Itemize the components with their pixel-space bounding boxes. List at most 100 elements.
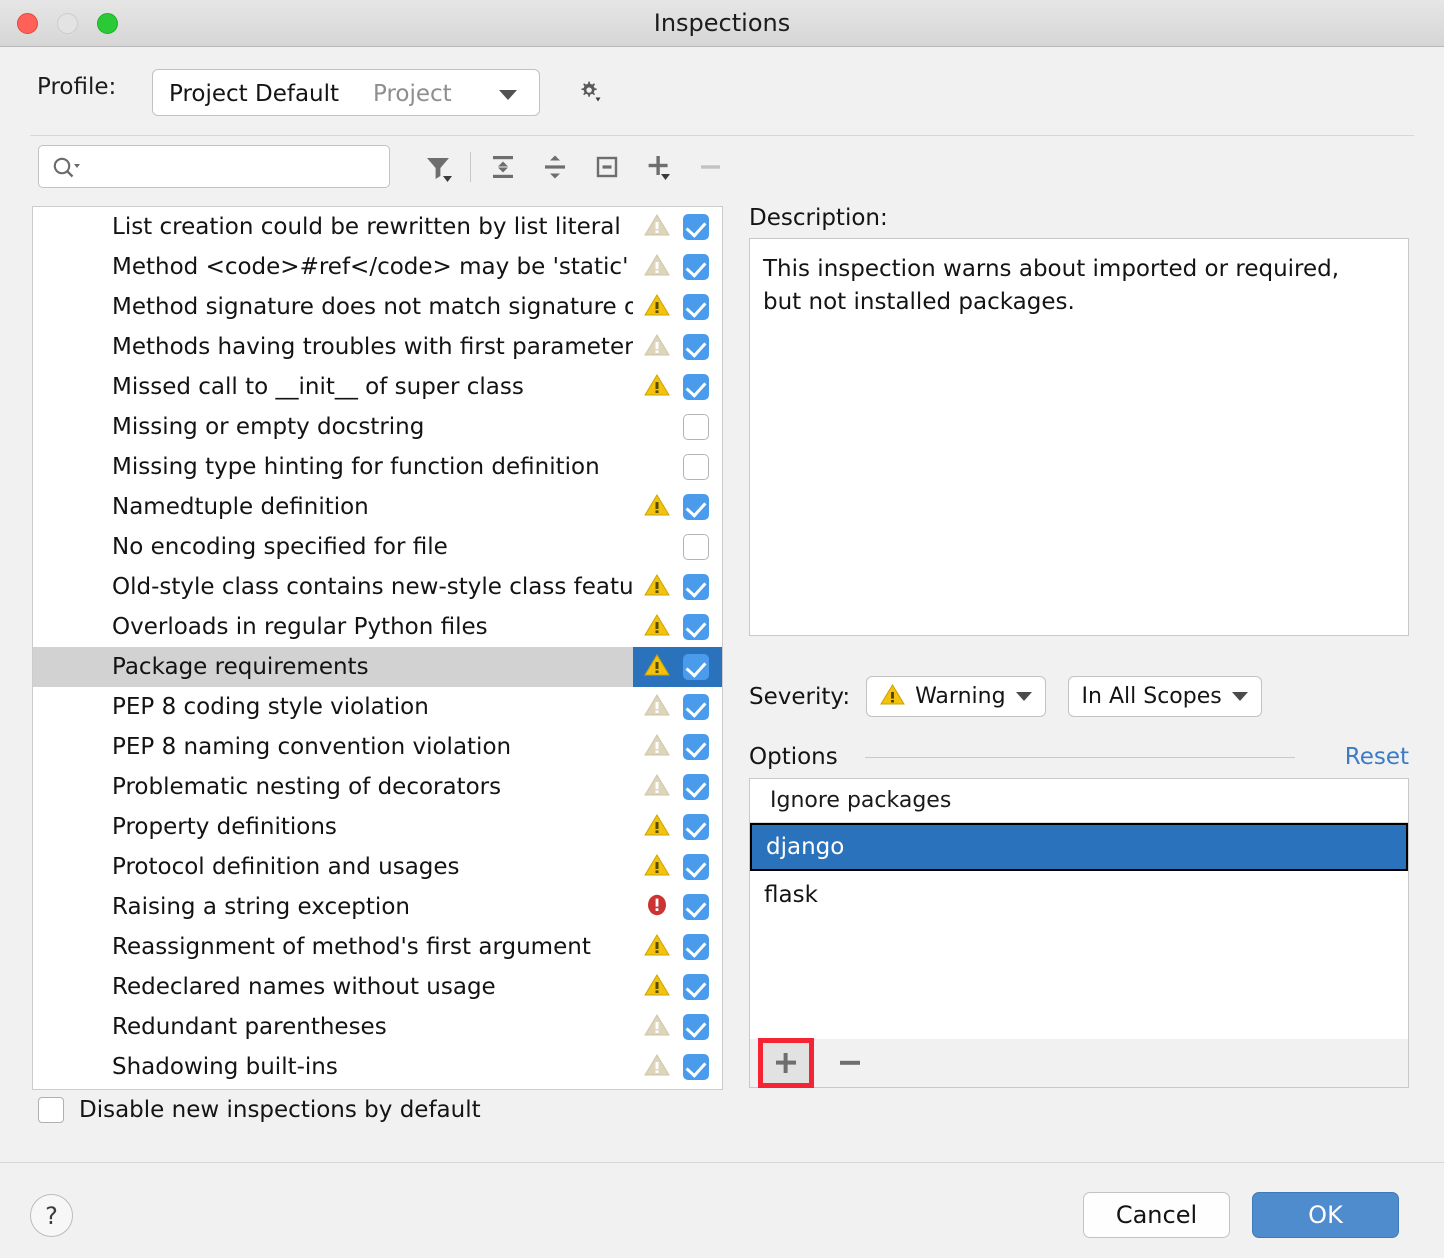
inspection-controls-cell (633, 847, 722, 887)
search-field[interactable] (38, 145, 390, 188)
inspection-label-cell: List creation could be rewritten by list… (33, 207, 633, 247)
inspection-row[interactable]: Package requirements (33, 647, 722, 687)
severity-cell[interactable] (643, 533, 671, 561)
reset-to-empty-icon[interactable] (581, 146, 633, 188)
filter-icon[interactable] (412, 146, 464, 188)
options-rule (865, 757, 1295, 758)
severity-cell[interactable] (643, 973, 671, 1001)
severity-cell[interactable] (643, 453, 671, 481)
profile-dropdown[interactable]: Project Default Project (152, 69, 540, 116)
ignore-package-row[interactable]: flask (750, 871, 1408, 919)
help-button[interactable]: ? (30, 1194, 73, 1237)
reset-link[interactable]: Reset (1345, 744, 1409, 770)
inspection-row[interactable]: Redundant parentheses (33, 1007, 722, 1047)
severity-dropdown[interactable]: Warning (866, 676, 1046, 717)
severity-cell[interactable] (643, 293, 671, 321)
inspection-row[interactable]: PEP 8 naming convention violation (33, 727, 722, 767)
remove-icon (685, 146, 737, 188)
inspections-list[interactable]: List creation could be rewritten by list… (32, 206, 723, 1090)
inspection-enabled-checkbox[interactable] (683, 454, 709, 480)
severity-cell[interactable] (643, 813, 671, 841)
inspection-row[interactable]: Old-style class contains new-style class… (33, 567, 722, 607)
inspection-row[interactable]: No encoding specified for file (33, 527, 722, 567)
add-package-button[interactable] (758, 1038, 814, 1088)
inspection-enabled-checkbox[interactable] (683, 854, 709, 880)
severity-cell[interactable] (643, 1053, 671, 1081)
collapse-all-icon[interactable] (529, 146, 581, 188)
ignore-package-row[interactable]: django (750, 823, 1408, 871)
inspection-row[interactable]: Method signature does not match signatur… (33, 287, 722, 327)
inspection-enabled-checkbox[interactable] (683, 654, 709, 680)
scope-dropdown[interactable]: In All Scopes (1067, 676, 1262, 717)
cancel-button[interactable]: Cancel (1083, 1192, 1230, 1238)
severity-cell[interactable] (643, 573, 671, 601)
inspection-row[interactable]: Protocol definition and usages (33, 847, 722, 887)
inspection-controls-cell (633, 607, 722, 647)
inspection-row[interactable]: List creation could be rewritten by list… (33, 207, 722, 247)
inspection-row[interactable]: Methods having troubles with first param… (33, 327, 722, 367)
severity-cell[interactable] (643, 893, 671, 921)
inspection-enabled-checkbox[interactable] (683, 494, 709, 520)
inspection-enabled-checkbox[interactable] (683, 934, 709, 960)
inspection-row[interactable]: Overloads in regular Python files (33, 607, 722, 647)
window-title: Inspections (653, 9, 791, 37)
severity-cell[interactable] (643, 653, 671, 681)
add-icon[interactable] (633, 146, 685, 188)
severity-cell[interactable] (643, 933, 671, 961)
inspection-row[interactable]: Missing type hinting for function defini… (33, 447, 722, 487)
severity-cell[interactable] (643, 333, 671, 361)
inspection-row[interactable]: Namedtuple definition (33, 487, 722, 527)
inspection-enabled-checkbox[interactable] (683, 894, 709, 920)
inspection-enabled-checkbox[interactable] (683, 534, 709, 560)
remove-package-button[interactable] (827, 1043, 873, 1083)
severity-cell[interactable] (643, 613, 671, 641)
inspection-row[interactable]: Reassignment of method's first argument (33, 927, 722, 967)
inspection-enabled-checkbox[interactable] (683, 614, 709, 640)
severity-cell[interactable] (643, 773, 671, 801)
inspection-row[interactable]: Raising a string exception (33, 887, 722, 927)
inspection-enabled-checkbox[interactable] (683, 574, 709, 600)
inspection-row[interactable]: Problematic nesting of decorators (33, 767, 722, 807)
severity-cell[interactable] (643, 413, 671, 441)
inspection-enabled-checkbox[interactable] (683, 774, 709, 800)
gear-icon[interactable] (570, 75, 606, 111)
inspection-enabled-checkbox[interactable] (683, 214, 709, 240)
inspection-enabled-checkbox[interactable] (683, 294, 709, 320)
ignore-packages-column-header: Ignore packages (750, 779, 1408, 823)
inspection-controls-cell (633, 767, 722, 807)
inspection-enabled-checkbox[interactable] (683, 1054, 709, 1080)
inspection-enabled-checkbox[interactable] (683, 374, 709, 400)
severity-cell[interactable] (643, 253, 671, 281)
severity-cell[interactable] (643, 213, 671, 241)
severity-cell[interactable] (643, 733, 671, 761)
inspection-enabled-checkbox[interactable] (683, 974, 709, 1000)
inspection-enabled-checkbox[interactable] (683, 1014, 709, 1040)
inspection-row[interactable]: PEP 8 coding style violation (33, 687, 722, 727)
inspection-row[interactable]: Property definitions (33, 807, 722, 847)
inspection-row[interactable]: Missed call to __init__ of super class (33, 367, 722, 407)
severity-cell[interactable] (643, 693, 671, 721)
severity-cell[interactable] (643, 1013, 671, 1041)
inspection-label: Missing or empty docstring (112, 414, 425, 440)
inspection-enabled-checkbox[interactable] (683, 734, 709, 760)
inspection-enabled-checkbox[interactable] (683, 334, 709, 360)
inspection-enabled-checkbox[interactable] (683, 694, 709, 720)
warning-icon (644, 573, 670, 601)
inspection-row[interactable]: Method <code>#ref</code> may be 'static' (33, 247, 722, 287)
inspection-enabled-checkbox[interactable] (683, 414, 709, 440)
options-title: Options (749, 744, 838, 770)
inspection-row[interactable]: Shadowing built-ins (33, 1047, 722, 1087)
severity-cell[interactable] (643, 853, 671, 881)
disable-new-inspections-checkbox[interactable] (38, 1097, 64, 1123)
inspection-enabled-checkbox[interactable] (683, 254, 709, 280)
search-input[interactable] (85, 146, 385, 187)
ok-button[interactable]: OK (1252, 1192, 1399, 1238)
expand-all-icon[interactable] (477, 146, 529, 188)
inspection-row[interactable]: Missing or empty docstring (33, 407, 722, 447)
inspections-toolbar (412, 146, 737, 188)
inspection-row[interactable]: Redeclared names without usage (33, 967, 722, 1007)
inspection-enabled-checkbox[interactable] (683, 814, 709, 840)
severity-cell[interactable] (643, 373, 671, 401)
severity-cell[interactable] (643, 493, 671, 521)
disable-new-inspections-row[interactable]: Disable new inspections by default (38, 1097, 481, 1123)
